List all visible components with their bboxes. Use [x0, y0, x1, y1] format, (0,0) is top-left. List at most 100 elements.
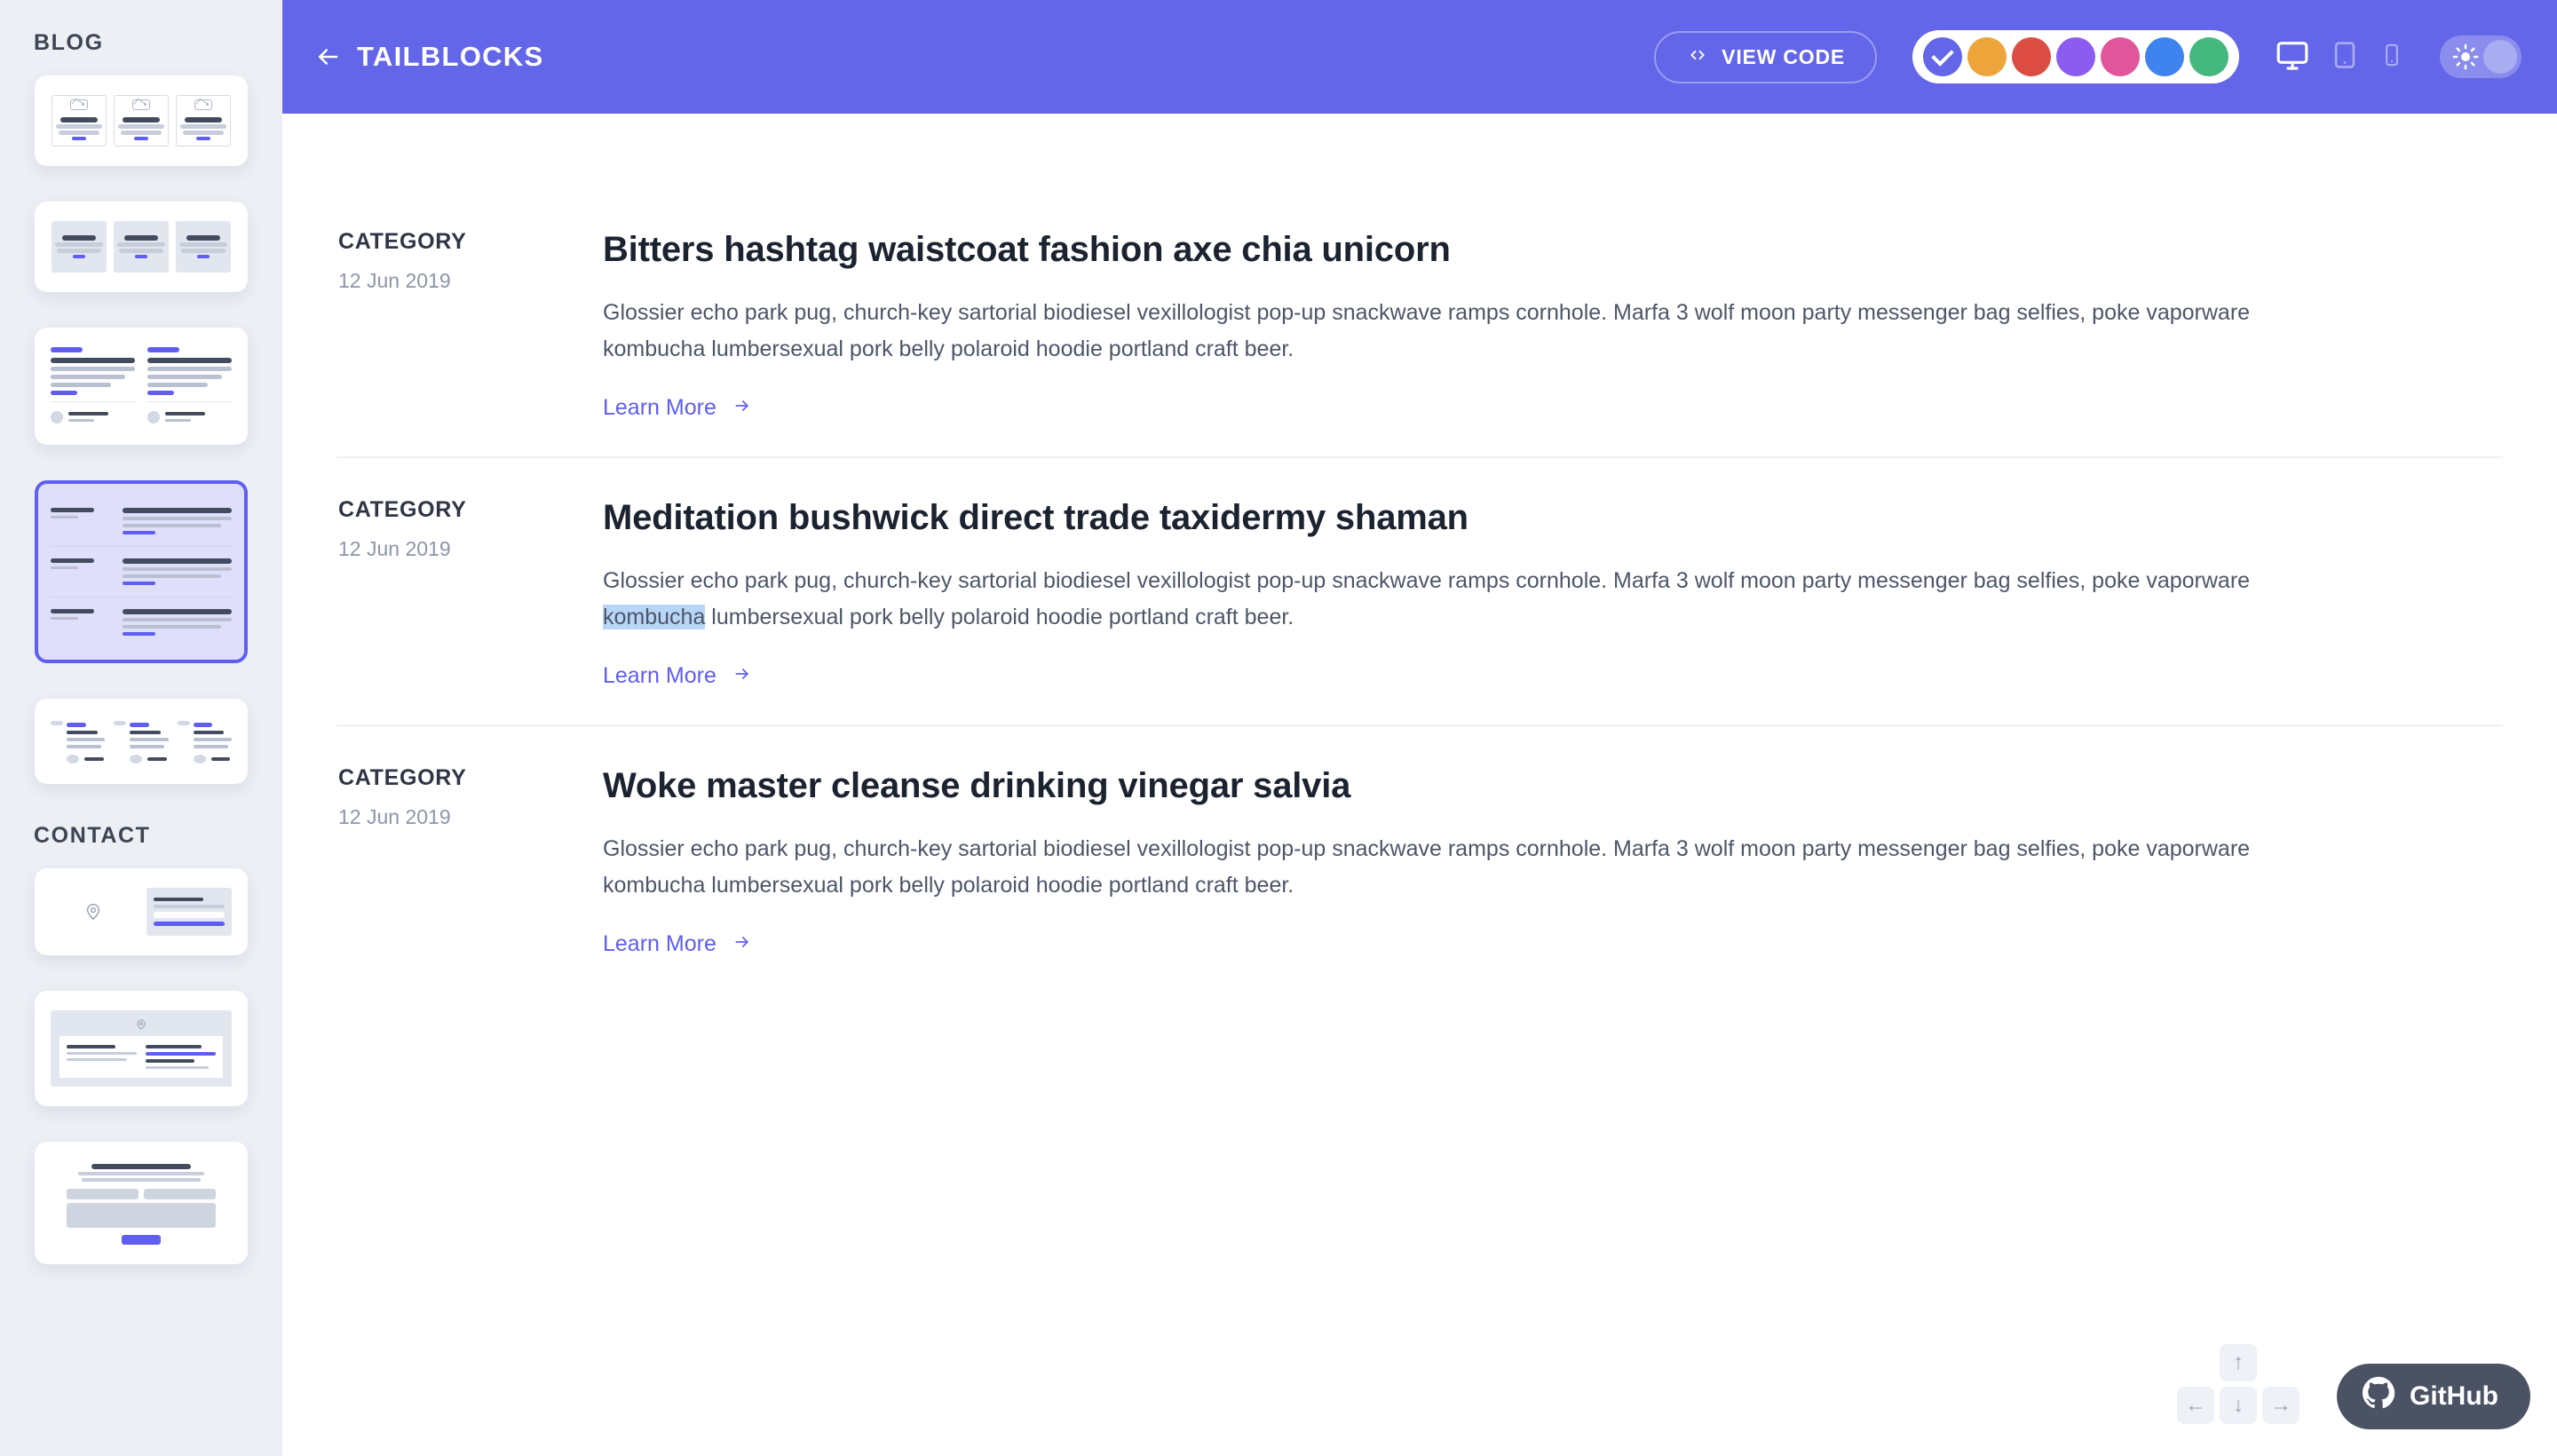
- article-row[interactable]: CATEGORY 12 Jun 2019 Meditation bushwick…: [336, 456, 2503, 724]
- learn-more-label: Learn More: [603, 931, 716, 956]
- swatch-amber[interactable]: [1967, 37, 2007, 76]
- preview-line: [91, 1164, 192, 1169]
- preview-submit-button: [122, 1235, 161, 1245]
- preview-form-card: [59, 1036, 223, 1078]
- thumb-preview: [51, 221, 232, 273]
- preview-card: [51, 221, 107, 273]
- swatch-red[interactable]: [2012, 37, 2051, 76]
- avatar: [130, 754, 143, 764]
- article-row[interactable]: CATEGORY 12 Jun 2019 Woke master cleanse…: [336, 724, 2503, 993]
- preview-lines: [117, 233, 165, 260]
- sidebar[interactable]: BLOG CONTACT: [0, 0, 282, 1456]
- preview-line: [51, 367, 135, 371]
- color-swatch-group[interactable]: [1912, 30, 2239, 83]
- sidebar-scroll-area: BLOG CONTACT: [0, 0, 282, 1335]
- article-body: Bitters hashtag waistcoat fashion axe ch…: [603, 229, 2503, 421]
- app-title: TAILBLOCKS: [357, 41, 544, 72]
- sidebar-item-blog-list-rows-selected[interactable]: [35, 480, 248, 663]
- thumb-preview: [51, 888, 232, 936]
- preview-column: [177, 719, 232, 764]
- thumb-preview: [51, 719, 232, 764]
- tablet-icon[interactable]: [2330, 37, 2360, 77]
- github-button[interactable]: GitHub: [2337, 1364, 2530, 1429]
- swatch-pink[interactable]: [2101, 37, 2140, 76]
- arrow-left-key[interactable]: ←: [2177, 1387, 2214, 1424]
- preview-tag: [147, 347, 179, 352]
- preview-line: [68, 419, 94, 422]
- article-meta: CATEGORY 12 Jun 2019: [336, 765, 603, 957]
- article-body: Meditation bushwick direct trade taxider…: [603, 497, 2503, 689]
- mobile-icon[interactable]: [2379, 37, 2404, 77]
- swatch-indigo[interactable]: [1923, 37, 1962, 76]
- preview-lines: [180, 115, 226, 142]
- avatar: [51, 410, 63, 423]
- image-placeholder-icon: [132, 99, 150, 110]
- arrow-right-key[interactable]: →: [2262, 1387, 2300, 1424]
- preview-line: [67, 1045, 116, 1048]
- view-code-button[interactable]: VIEW CODE: [1654, 30, 1877, 83]
- preview-line: [123, 517, 232, 520]
- sidebar-item-blog-3-column-cards[interactable]: [35, 202, 248, 292]
- learn-more-link[interactable]: Learn More: [603, 931, 754, 957]
- preview-accent-line: [147, 391, 175, 395]
- article-category: CATEGORY: [338, 497, 467, 522]
- article-meta: CATEGORY 12 Jun 2019: [336, 497, 603, 689]
- thumb-preview: [51, 1161, 232, 1245]
- desktop-icon[interactable]: [2275, 37, 2310, 77]
- arrow-key-pad[interactable]: ↑ ← ↓ →: [2177, 1344, 2300, 1424]
- preview-card: [114, 221, 169, 273]
- article-meta: CATEGORY 12 Jun 2019: [336, 229, 603, 421]
- arrow-up-key[interactable]: ↑: [2220, 1344, 2257, 1381]
- avatar: [147, 410, 160, 423]
- preview-line: [117, 242, 165, 247]
- preview-line: [123, 625, 221, 629]
- preview-dot: [114, 720, 127, 725]
- preview-line: [51, 566, 78, 569]
- swatch-blue[interactable]: [2145, 37, 2184, 76]
- preview-line: [193, 730, 225, 734]
- sidebar-item-contact-map-card-form[interactable]: [35, 991, 248, 1106]
- arrow-right-icon: [731, 931, 754, 957]
- preview-line: [185, 117, 222, 123]
- learn-more-link[interactable]: Learn More: [603, 663, 754, 689]
- top-bar-actions: VIEW CODE: [1654, 30, 2521, 83]
- arrow-left-icon[interactable]: [314, 44, 341, 70]
- preview-accent-line: [134, 255, 148, 258]
- preview-textarea: [67, 1203, 216, 1228]
- preview-line: [165, 419, 191, 422]
- theme-toggle[interactable]: [2440, 36, 2521, 78]
- arrow-right-icon: [731, 395, 754, 421]
- learn-more-link[interactable]: Learn More: [603, 395, 754, 421]
- article-row[interactable]: CATEGORY 12 Jun 2019 Bitters hashtag wai…: [336, 190, 2503, 456]
- swatch-purple[interactable]: [2056, 37, 2095, 76]
- preview-line: [84, 756, 104, 761]
- swatch-green[interactable]: [2189, 37, 2228, 76]
- avatar: [67, 754, 79, 764]
- map-pin-icon: [86, 904, 100, 921]
- paragraph-part2: lumbersexual pork belly polaroid hoodie …: [705, 604, 1294, 629]
- toggle-knob[interactable]: [2483, 40, 2517, 74]
- preview-line: [146, 1066, 210, 1069]
- preview-line: [146, 1059, 195, 1063]
- sidebar-item-blog-3-column-avatars[interactable]: [35, 699, 248, 784]
- sidebar-item-contact-centered-form[interactable]: [35, 1142, 248, 1264]
- preview-line: [118, 124, 164, 129]
- preview-line: [67, 730, 98, 734]
- sidebar-item-contact-map-form[interactable]: [35, 868, 248, 955]
- preview-meta: [51, 504, 112, 522]
- preview-line: [130, 737, 169, 741]
- preview-line: [180, 124, 226, 129]
- sidebar-item-blog-2-column-author[interactable]: [35, 328, 248, 445]
- preview-column: [51, 347, 135, 425]
- preview-meta: [51, 605, 112, 623]
- preview-line: [119, 249, 163, 253]
- article-date: 12 Jun 2019: [338, 537, 451, 560]
- brand[interactable]: TAILBLOCKS: [314, 41, 543, 73]
- preview-accent-line: [154, 922, 225, 926]
- article-paragraph: Glossier echo park pug, church-key sarto…: [603, 563, 2254, 635]
- preview-divider: [51, 546, 232, 547]
- sidebar-item-blog-3-card-grid[interactable]: [35, 75, 248, 166]
- arrow-down-key[interactable]: ↓: [2220, 1387, 2257, 1424]
- preview-line: [179, 242, 227, 247]
- preview-line: [123, 574, 221, 578]
